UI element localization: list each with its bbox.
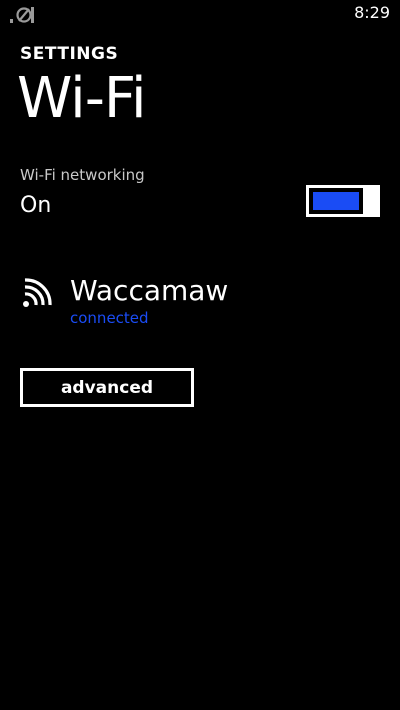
section-label: SETTINGS [20,44,119,64]
toggle-thumb[interactable] [364,185,380,217]
page-title: Wi-Fi [17,66,147,131]
toggle-fill [313,192,359,210]
network-item-waccamaw[interactable]: Waccamaw connected [18,272,378,332]
wifi-networking-label: Wi-Fi networking [20,166,145,184]
network-status: connected [70,309,149,327]
clock: 8:29 [354,3,390,22]
network-name: Waccamaw [70,274,229,307]
wifi-networking-state: On [20,193,52,218]
wifi-icon [22,278,54,308]
advanced-button[interactable]: advanced [20,368,194,407]
wifi-toggle-switch[interactable] [306,185,380,217]
toggle-track [306,185,366,217]
signal-strength-icon [10,4,34,24]
status-bar: 8:29 [0,0,400,26]
